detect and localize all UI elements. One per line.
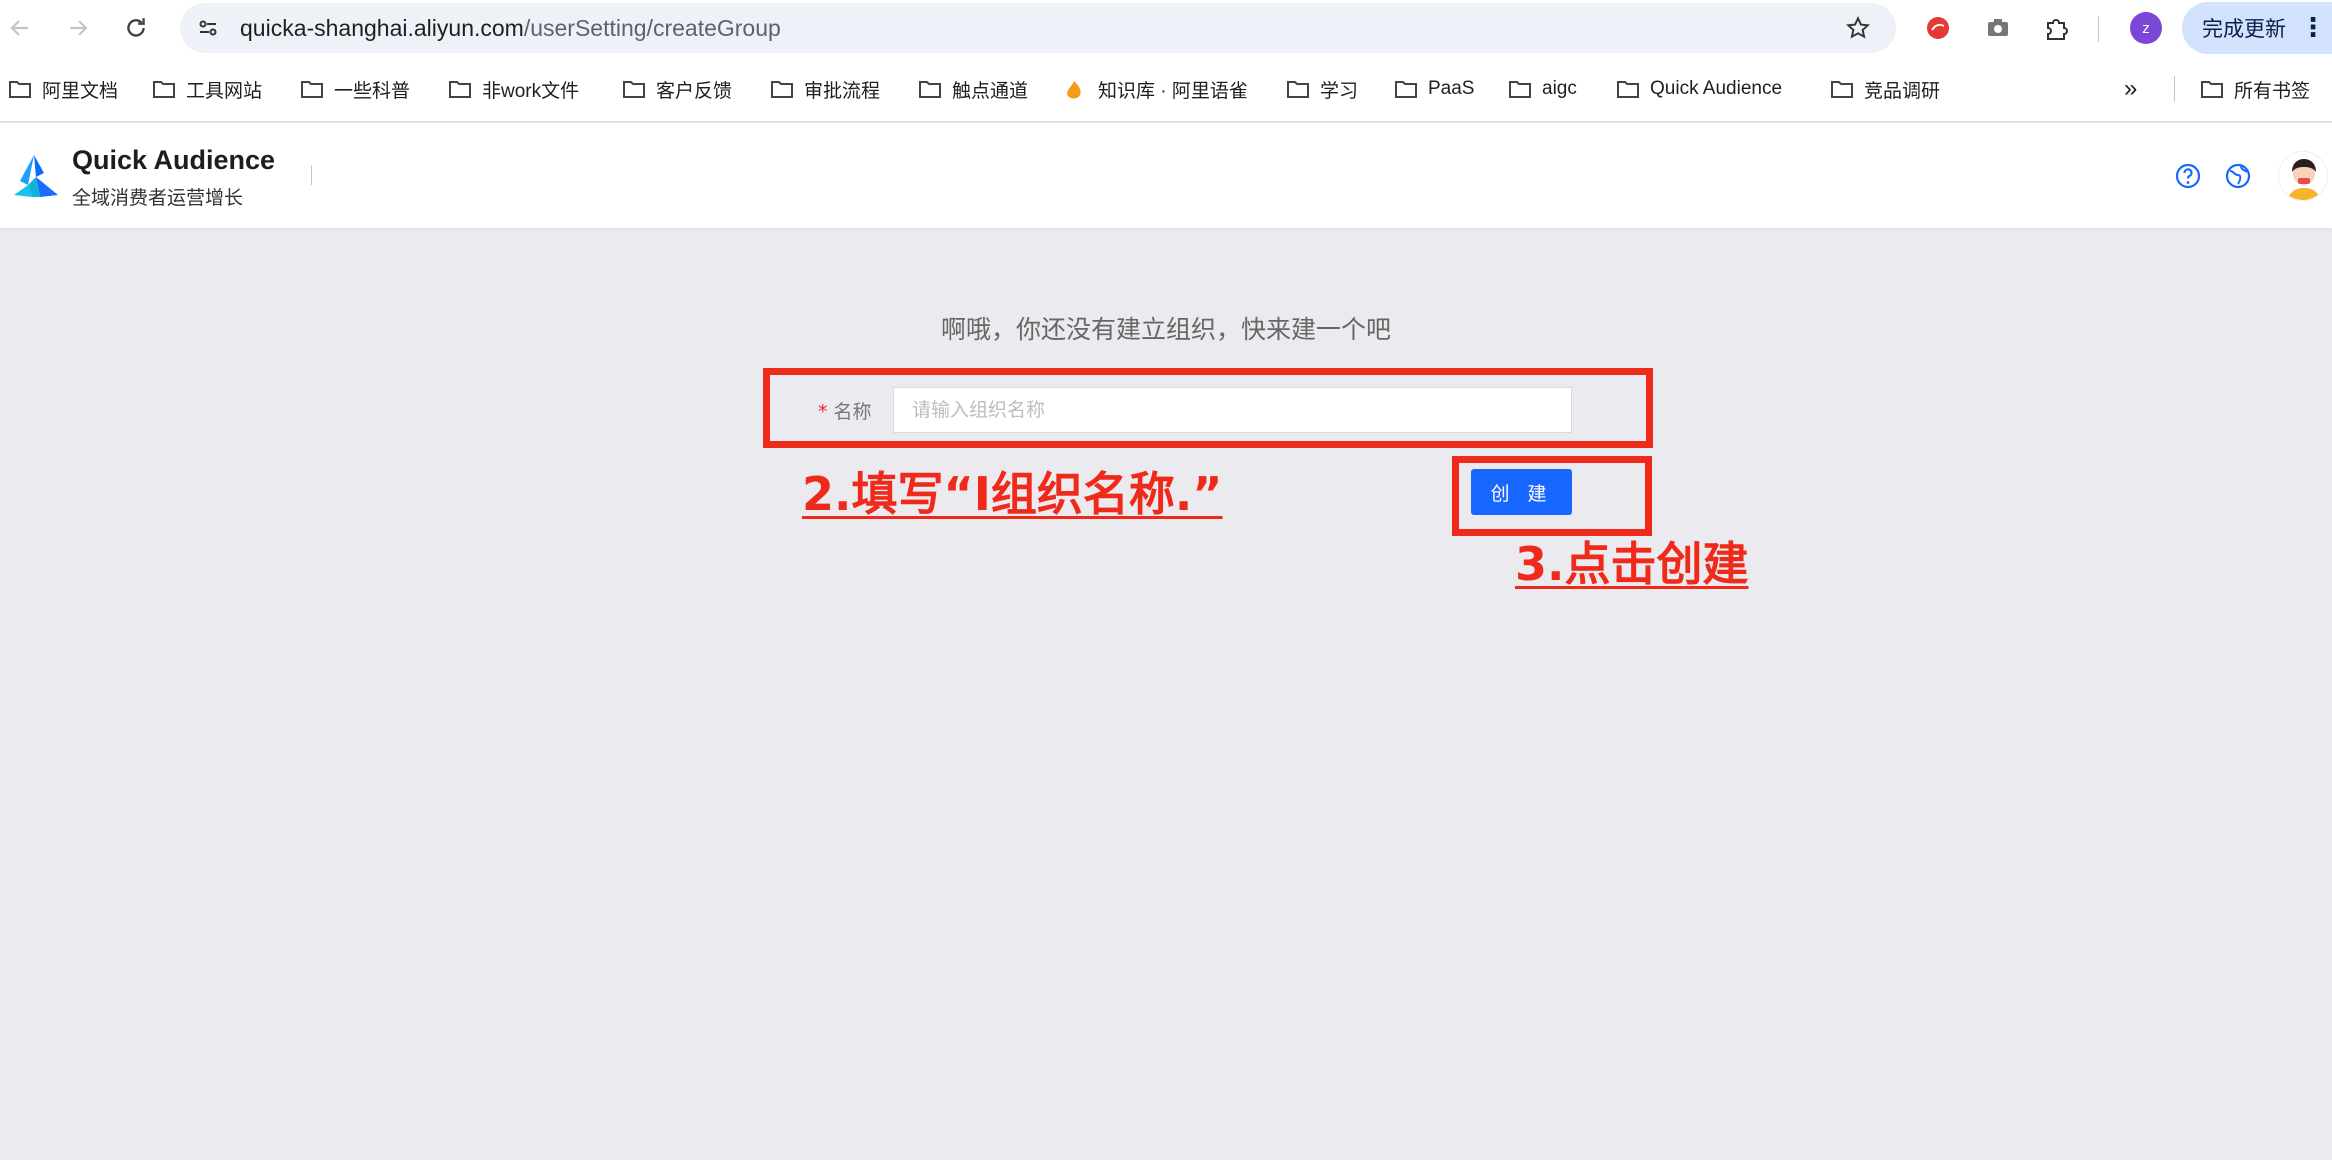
address-bar[interactable]: quicka-shanghai.aliyun.com/userSetting/c… xyxy=(180,3,1896,53)
app-header: Quick Audience 全域消费者运营增长 xyxy=(0,123,2332,228)
forward-icon[interactable] xyxy=(60,10,96,46)
folder-icon xyxy=(1616,79,1640,99)
folder-icon xyxy=(770,79,794,99)
bookmark-item[interactable]: 一些科普 xyxy=(300,74,410,104)
folder-icon xyxy=(1508,79,1532,99)
bookmark-label: Quick Audience xyxy=(1650,78,1783,99)
bookmark-item[interactable]: Quick Audience xyxy=(1616,74,1782,104)
bookmark-label: 审批流程 xyxy=(804,80,881,102)
quick-audience-logo[interactable] xyxy=(10,151,62,203)
brand-subtitle: 全域消费者运营增长 xyxy=(72,187,244,209)
all-bookmarks-button[interactable]: 所有书签 xyxy=(2200,74,2310,104)
bookmark-item[interactable]: PaaS xyxy=(1394,74,1474,104)
toolbar-divider xyxy=(2098,16,2099,42)
bookmark-label: 学习 xyxy=(1320,80,1359,102)
bookmark-label: aigc xyxy=(1542,78,1577,99)
bookmark-item[interactable]: 知识库 · 阿里语雀 xyxy=(1064,74,1248,104)
bookmark-label: 竞品调研 xyxy=(1864,80,1941,102)
bookmark-label: 触点通道 xyxy=(952,80,1029,102)
browser-toolbar: quicka-shanghai.aliyun.com/userSetting/c… xyxy=(0,0,2332,56)
bookmark-label: 客户反馈 xyxy=(656,80,733,102)
folder-icon xyxy=(622,79,646,99)
bookmark-label: 阿里文档 xyxy=(42,80,119,102)
org-name-input[interactable] xyxy=(893,387,1572,433)
bookmark-label: 非work文件 xyxy=(482,80,580,102)
url-host: quicka-shanghai.aliyun.com xyxy=(240,15,524,41)
folder-icon xyxy=(300,79,324,99)
profile-avatar[interactable]: z xyxy=(2130,12,2162,44)
folder-icon xyxy=(1830,79,1854,99)
bookmark-item[interactable]: 学习 xyxy=(1286,74,1358,104)
folder-icon xyxy=(1286,79,1310,99)
folder-icon xyxy=(2200,79,2224,99)
create-button[interactable]: 创 建 xyxy=(1471,469,1572,515)
folder-icon xyxy=(8,79,32,99)
extension-red-icon[interactable] xyxy=(1922,12,1954,44)
folder-icon xyxy=(152,79,176,99)
language-globe-icon[interactable] xyxy=(2222,160,2254,192)
folder-icon xyxy=(918,79,942,99)
bookmarks-divider xyxy=(2174,76,2175,102)
url-path: /userSetting/createGroup xyxy=(523,15,781,41)
annotation-step2: 2.填写“I组织名称.” xyxy=(802,467,1223,521)
empty-state-hint: 啊哦，你还没有建立组织，快来建一个吧 xyxy=(940,315,1391,344)
update-label: 完成更新 xyxy=(2202,17,2286,41)
camera-icon[interactable] xyxy=(1982,12,2014,44)
puzzle-icon[interactable] xyxy=(2040,12,2072,44)
help-icon[interactable] xyxy=(2172,160,2204,192)
bookmark-label: 知识库 · 阿里语雀 xyxy=(1098,80,1248,102)
bookmark-item[interactable]: 竞品调研 xyxy=(1830,74,1940,104)
bookmark-label: 一些科普 xyxy=(334,80,411,102)
name-field-label: * 名称 xyxy=(818,397,872,424)
all-bookmarks-label: 所有书签 xyxy=(2234,80,2311,102)
brand-title: Quick Audience xyxy=(72,145,276,175)
bookmarks-overflow-button[interactable]: » xyxy=(2124,74,2137,104)
overflow-chevron-icon: » xyxy=(2124,75,2138,102)
annotation-step3: 3.点击创建 xyxy=(1515,537,1749,591)
update-button[interactable]: 完成更新 ⋮ xyxy=(2182,2,2332,54)
folder-icon xyxy=(1394,79,1418,99)
required-asterisk: * xyxy=(818,401,828,423)
name-label-text: 名称 xyxy=(833,401,872,423)
yuque-icon xyxy=(1064,79,1088,99)
bookmarks-bar: 阿里文档 工具网站 一些科普 非work文件 客户反馈 审批流程 触点通道 知识… xyxy=(0,56,2332,122)
bookmark-label: PaaS xyxy=(1428,78,1475,99)
bookmark-item[interactable]: 工具网站 xyxy=(152,74,262,104)
bookmark-item[interactable]: 阿里文档 xyxy=(8,74,118,104)
bookmark-item[interactable]: aigc xyxy=(1508,74,1577,104)
bookmark-item[interactable]: 非work文件 xyxy=(448,74,579,104)
url-text: quicka-shanghai.aliyun.com/userSetting/c… xyxy=(240,3,781,53)
site-settings-icon[interactable] xyxy=(194,14,222,42)
reload-icon[interactable] xyxy=(118,10,154,46)
user-avatar[interactable] xyxy=(2278,151,2328,201)
folder-icon xyxy=(448,79,472,99)
bookmark-label: 工具网站 xyxy=(186,80,263,102)
bookmark-item[interactable]: 审批流程 xyxy=(770,74,880,104)
back-icon[interactable] xyxy=(2,10,38,46)
header-divider xyxy=(311,165,312,185)
star-icon[interactable] xyxy=(1844,14,1872,42)
menu-icon[interactable]: ⋮ xyxy=(2300,15,2326,41)
bookmark-item[interactable]: 客户反馈 xyxy=(622,74,732,104)
bookmark-item[interactable]: 触点通道 xyxy=(918,74,1028,104)
